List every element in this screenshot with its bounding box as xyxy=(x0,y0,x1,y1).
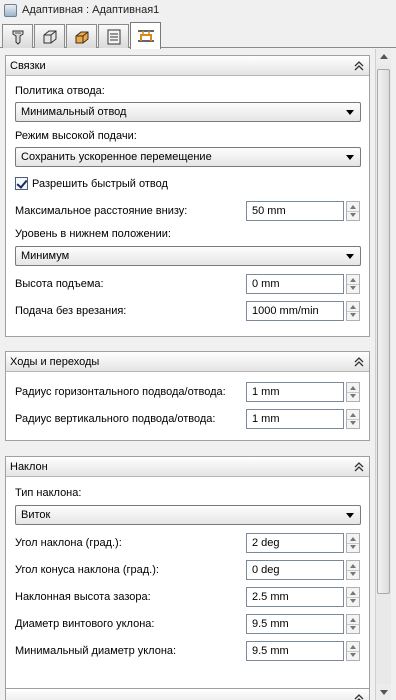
vertical-radius-spinner[interactable] xyxy=(346,409,360,429)
fast-retract-label: Разрешить быстрый отвод xyxy=(32,177,168,190)
helix-diameter-spinner[interactable] xyxy=(346,614,360,634)
ramp-angle-label: Угол наклона (град.): xyxy=(15,537,122,549)
leads-panel: Ходы и переходы Радиус горизонтального п… xyxy=(5,351,370,441)
ramp-angle-spinner[interactable] xyxy=(346,533,360,553)
bottom-level-label: Уровень в нижнем положении: xyxy=(15,228,171,240)
links-panel: Связки Политика отвода: Минимальный отво… xyxy=(5,55,370,337)
scroll-up-button[interactable] xyxy=(376,49,391,65)
window-title: Адаптивная : Адаптивная1 xyxy=(22,4,160,16)
linking-icon xyxy=(137,30,154,42)
passes-icon xyxy=(107,29,120,44)
ramp-panel-title: Наклон xyxy=(10,460,48,473)
chevron-down-icon xyxy=(346,513,354,518)
plunge-feed-field[interactable]: 1000 mm/min xyxy=(246,301,344,321)
helix-diameter-label: Диаметр винтового уклона: xyxy=(15,618,155,630)
bottom-level-dropdown[interactable]: Минимум xyxy=(15,246,361,266)
window-titlebar: Адаптивная : Адаптивная1 xyxy=(0,0,396,20)
tab-strip xyxy=(0,22,396,49)
ramp-panel-header[interactable]: Наклон xyxy=(6,457,369,477)
horizontal-radius-field[interactable]: 1 mm xyxy=(246,382,344,402)
clearance-height-spinner[interactable] xyxy=(346,587,360,607)
ramp-type-label: Тип наклона: xyxy=(15,487,82,499)
heights-icon xyxy=(75,31,88,43)
lift-height-field[interactable]: 0 mm xyxy=(246,274,344,294)
high-feed-mode-value: Сохранить ускоренное перемещение xyxy=(21,151,212,163)
plunge-feed-spinner[interactable] xyxy=(346,301,360,321)
collapse-icon[interactable] xyxy=(349,690,369,700)
chevron-down-icon xyxy=(346,110,354,115)
leads-panel-header[interactable]: Ходы и переходы xyxy=(6,352,369,372)
helix-diameter-value: 9.5 mm xyxy=(252,618,289,630)
tab-linking[interactable] xyxy=(130,22,161,49)
taper-angle-value: 0 deg xyxy=(252,564,280,576)
bottom-level-value: Минимум xyxy=(21,250,70,262)
vertical-scrollbar[interactable] xyxy=(375,49,391,700)
taper-angle-label: Угол конуса наклона (град.): xyxy=(15,564,159,576)
ramp-panel: Наклон Тип наклона: Виток Угол наклона (… xyxy=(5,456,370,700)
leads-panel-title: Ходы и переходы xyxy=(10,355,100,368)
collapse-icon[interactable] xyxy=(349,57,369,75)
plunge-feed-value: 1000 mm/min xyxy=(252,305,319,317)
app-icon xyxy=(4,3,17,17)
ramp-angle-field[interactable]: 2 deg xyxy=(246,533,344,553)
properties-content: Связки Политика отвода: Минимальный отво… xyxy=(0,49,396,700)
next-panel-partial xyxy=(5,688,370,700)
tool-icon xyxy=(12,30,23,45)
scroll-thumb[interactable] xyxy=(377,69,390,594)
retract-policy-value: Минимальный отвод xyxy=(21,106,127,118)
max-stay-down-label: Максимальное расстояние внизу: xyxy=(15,205,188,217)
min-diameter-field[interactable]: 9.5 mm xyxy=(246,641,344,661)
clearance-height-field[interactable]: 2.5 mm xyxy=(246,587,344,607)
lift-height-label: Высота подъема: xyxy=(15,278,104,290)
tab-passes[interactable] xyxy=(98,24,129,48)
plunge-feed-label: Подача без врезания: xyxy=(15,305,127,317)
fast-retract-option[interactable]: Разрешить быстрый отвод xyxy=(15,177,168,190)
collapse-icon[interactable] xyxy=(349,458,369,476)
links-panel-title: Связки xyxy=(10,59,46,72)
taper-angle-field[interactable]: 0 deg xyxy=(246,560,344,580)
max-stay-down-value: 50 mm xyxy=(252,205,286,217)
fast-retract-checkbox[interactable] xyxy=(15,177,28,190)
tab-geometry[interactable] xyxy=(34,24,65,48)
horizontal-radius-label: Радиус горизонтального подвода/отвода: xyxy=(15,386,226,398)
max-stay-down-spinner[interactable] xyxy=(346,201,360,221)
geometry-icon xyxy=(43,30,56,43)
retract-policy-label: Политика отвода: xyxy=(15,85,105,97)
scroll-down-button[interactable] xyxy=(376,684,391,700)
lift-height-value: 0 mm xyxy=(252,278,280,290)
tab-tool[interactable] xyxy=(2,24,33,48)
taper-angle-spinner[interactable] xyxy=(346,560,360,580)
max-stay-down-field[interactable]: 50 mm xyxy=(246,201,344,221)
chevron-down-icon xyxy=(346,155,354,160)
clearance-height-label: Наклонная высота зазора: xyxy=(15,591,151,603)
min-diameter-label: Минимальный диаметр уклона: xyxy=(15,645,177,657)
helix-diameter-field[interactable]: 9.5 mm xyxy=(246,614,344,634)
vertical-radius-label: Радиус вертикального подвода/отвода: xyxy=(15,413,216,425)
vertical-radius-field[interactable]: 1 mm xyxy=(246,409,344,429)
high-feed-mode-label: Режим высокой подачи: xyxy=(15,130,137,142)
ramp-type-dropdown[interactable]: Виток xyxy=(15,505,361,525)
clearance-height-value: 2.5 mm xyxy=(252,591,289,603)
retract-policy-dropdown[interactable]: Минимальный отвод xyxy=(15,102,361,122)
links-panel-header[interactable]: Связки xyxy=(6,56,369,76)
tab-heights[interactable] xyxy=(66,24,97,48)
lift-height-spinner[interactable] xyxy=(346,274,360,294)
horizontal-radius-spinner[interactable] xyxy=(346,382,360,402)
high-feed-mode-dropdown[interactable]: Сохранить ускоренное перемещение xyxy=(15,147,361,167)
ramp-angle-value: 2 deg xyxy=(252,537,280,549)
vertical-radius-value: 1 mm xyxy=(252,413,280,425)
chevron-down-icon xyxy=(346,254,354,259)
min-diameter-spinner[interactable] xyxy=(346,641,360,661)
collapse-icon[interactable] xyxy=(349,353,369,371)
ramp-type-value: Виток xyxy=(21,509,51,521)
min-diameter-value: 9.5 mm xyxy=(252,645,289,657)
next-panel-header[interactable] xyxy=(6,689,369,700)
horizontal-radius-value: 1 mm xyxy=(252,386,280,398)
